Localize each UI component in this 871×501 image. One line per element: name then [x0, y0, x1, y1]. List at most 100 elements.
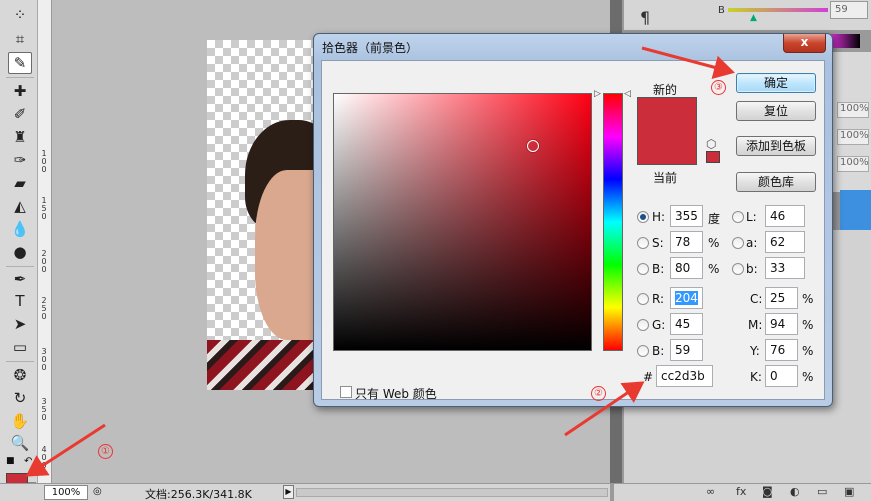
yellow-input[interactable]: 76 — [765, 339, 798, 361]
percent-field[interactable]: 100% — [837, 156, 869, 172]
gamut-color-swatch[interactable] — [706, 151, 720, 163]
green-radio[interactable] — [637, 319, 649, 331]
cyan-input[interactable]: 25 — [765, 287, 798, 309]
hue-label: H: — [652, 210, 666, 224]
red-input[interactable]: 204 — [670, 287, 703, 309]
brightness-label: B: — [652, 262, 665, 276]
folder-icon[interactable]: ▭ — [817, 485, 827, 498]
adjustment-icon[interactable]: ◐ — [790, 485, 800, 498]
swap-colors-icon[interactable]: ↶ — [24, 456, 32, 467]
stamp-tool-icon[interactable]: ♜ — [8, 126, 32, 148]
green-input[interactable]: 45 — [670, 313, 703, 335]
annotation-number-3: ③ — [711, 80, 726, 95]
current-color-label: 当前 — [653, 171, 678, 185]
brightness-unit: % — [708, 262, 720, 276]
lab-a-input[interactable]: 62 — [765, 231, 805, 253]
lab-l-radio[interactable] — [732, 211, 744, 223]
color-marker-icon[interactable] — [527, 140, 539, 152]
reset-button[interactable]: 复位 — [736, 101, 816, 121]
hex-color-input[interactable]: cc2d3b — [656, 365, 713, 387]
opacity-field[interactable]: 100% — [837, 102, 869, 118]
document-image[interactable] — [207, 40, 317, 390]
hue-slider-left-arrow-icon[interactable]: ▷ — [594, 89, 601, 99]
ruler-label: 400 — [41, 445, 47, 470]
tool-divider — [6, 266, 34, 267]
web-colors-only-label: 只有 Web 颜色 — [355, 387, 437, 401]
paragraph-icon[interactable]: ¶ — [640, 8, 650, 27]
crop-tool-icon[interactable]: ⌗ — [8, 28, 32, 50]
lab-b-input[interactable]: 33 — [765, 257, 805, 279]
saturation-input[interactable]: 78 — [670, 231, 703, 253]
close-button[interactable]: x — [783, 34, 826, 53]
blue-radio[interactable] — [637, 345, 649, 357]
mask-icon[interactable]: ◙ — [762, 485, 773, 498]
ok-button[interactable]: 确定 — [736, 73, 816, 93]
eyedropper-tool-icon[interactable]: ✎ — [8, 52, 32, 74]
hue-slider-right-arrow-icon[interactable]: ◁ — [624, 89, 631, 99]
add-to-swatches-button[interactable]: 添加到色板 — [736, 136, 816, 156]
tool-divider — [6, 361, 34, 362]
out-of-gamut-cube-icon[interactable]: ⬡ — [706, 137, 716, 151]
hue-radio[interactable] — [637, 211, 649, 223]
lab-b-radio[interactable] — [732, 263, 744, 275]
healing-brush-icon[interactable]: ✚ — [8, 80, 32, 102]
magenta-input[interactable]: 94 — [765, 313, 798, 335]
hue-unit: 度 — [708, 212, 721, 226]
history-brush-icon[interactable]: ✑ — [8, 149, 32, 171]
photo-child-face — [255, 170, 317, 340]
hue-slider[interactable] — [603, 93, 623, 351]
selected-layer-row[interactable] — [840, 190, 871, 230]
b-value-field[interactable]: 59 — [830, 1, 868, 19]
shape-tool-icon[interactable]: ▭ — [8, 336, 32, 358]
new-layer-icon[interactable]: ▣ — [844, 485, 854, 498]
marquee-tool-icon[interactable]: ⁘ — [8, 4, 32, 26]
green-label: G: — [652, 318, 666, 332]
hand-tool-icon[interactable]: ✋ — [8, 410, 32, 432]
color-libraries-button[interactable]: 颜色库 — [736, 172, 816, 192]
pen-tool-icon[interactable]: ✒ — [8, 268, 32, 290]
horizontal-scrollbar[interactable] — [296, 488, 608, 497]
lab-l-input[interactable]: 46 — [765, 205, 805, 227]
path-select-icon[interactable]: ➤ — [8, 313, 32, 335]
saturation-radio[interactable] — [637, 237, 649, 249]
brightness-radio[interactable] — [637, 263, 649, 275]
navigator-icon[interactable]: ◎ — [93, 486, 102, 497]
slider-thumb-icon[interactable]: ▲ — [750, 13, 757, 23]
b-color-slider[interactable] — [728, 8, 828, 12]
3d-orbit-icon[interactable]: ↻ — [8, 387, 32, 409]
dodge-tool-icon[interactable]: ● — [8, 241, 32, 263]
cyan-label: C: — [750, 292, 763, 306]
tool-divider — [6, 77, 34, 78]
saturation-label: S: — [652, 236, 664, 250]
new-color-swatch — [637, 97, 697, 165]
red-radio[interactable] — [637, 293, 649, 305]
black-input[interactable]: 0 — [765, 365, 798, 387]
status-menu-arrow-icon[interactable]: ▶ — [283, 485, 294, 499]
fill-field[interactable]: 100% — [837, 129, 869, 145]
zoom-tool-icon[interactable]: 🔍 — [8, 432, 32, 454]
vertical-ruler: 100 150 200 250 300 350 400 — [38, 0, 52, 483]
paint-bucket-icon[interactable]: ◭ — [8, 195, 32, 217]
type-tool-icon[interactable]: T — [8, 290, 32, 312]
red-value-selected: 204 — [675, 291, 698, 305]
web-colors-only-checkbox[interactable] — [340, 386, 352, 398]
hue-input[interactable]: 355 — [670, 205, 703, 227]
b-slider-label: B — [718, 5, 725, 16]
blur-tool-icon[interactable]: 💧 — [8, 218, 32, 240]
blue-input[interactable]: 59 — [670, 339, 703, 361]
annotation-number-2: ② — [591, 386, 606, 401]
brush-tool-icon[interactable]: ✐ — [8, 103, 32, 125]
fx-icon[interactable]: fx — [736, 485, 746, 498]
cyan-unit: % — [802, 292, 814, 306]
photo-child-shirt — [207, 340, 317, 390]
ruler-label: 150 — [41, 196, 47, 221]
default-colors-icon[interactable]: ■ — [6, 456, 15, 466]
3d-rotate-icon[interactable]: ❂ — [8, 364, 32, 386]
saturation-brightness-field[interactable] — [333, 93, 592, 351]
lab-a-radio[interactable] — [732, 237, 744, 249]
brightness-input[interactable]: 80 — [670, 257, 703, 279]
eraser-tool-icon[interactable]: ▰ — [8, 172, 32, 194]
tools-panel: ⁘ ⌗ ✎ ✚ ✐ ♜ ✑ ▰ ◭ 💧 ● ✒ T ➤ ▭ ❂ ↻ ✋ 🔍 ■ … — [0, 0, 38, 498]
link-icon[interactable]: ∞ — [706, 485, 715, 498]
zoom-level-field[interactable]: 100% — [44, 485, 88, 500]
